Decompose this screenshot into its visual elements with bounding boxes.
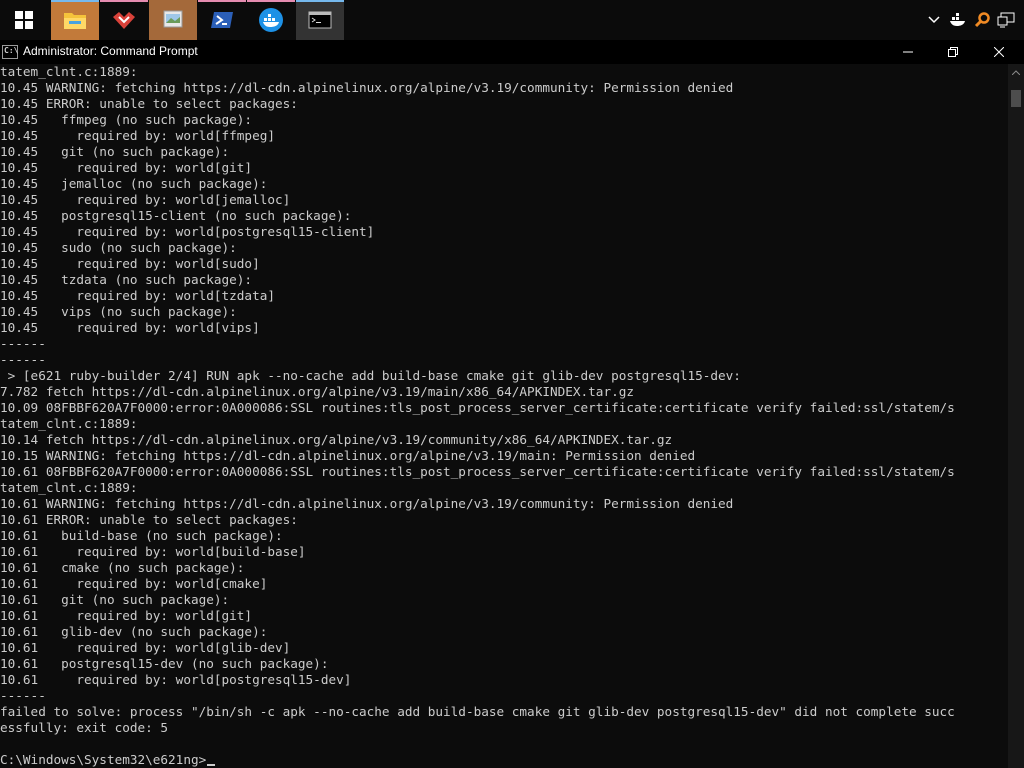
docker-tray-icon — [950, 13, 965, 26]
scroll-up-button[interactable] — [1008, 64, 1024, 81]
restore-icon — [948, 47, 958, 57]
console-line: ------ — [0, 352, 46, 367]
tray-network[interactable] — [994, 0, 1018, 40]
console-line: 10.15 WARNING: fetching https://dl-cdn.a… — [0, 448, 696, 463]
console-line: 10.09 08FBBF620A7F0000:error:0A000086:SS… — [0, 400, 955, 415]
console-line: 10.45 jemalloc (no such package): — [0, 176, 268, 191]
console-line: 10.45 required by: world[vips] — [0, 320, 260, 335]
console-line: 10.61 required by: world[postgresql15-de… — [0, 672, 352, 687]
console-line: tatem_clnt.c:1889: — [0, 64, 138, 79]
folder-icon — [64, 13, 86, 29]
taskbar-powershell[interactable] — [198, 0, 246, 40]
restore-button[interactable] — [930, 40, 976, 64]
console-line: 10.45 required by: world[jemalloc] — [0, 192, 291, 207]
tray-docker[interactable] — [946, 0, 970, 40]
console-line: essfully: exit code: 5 — [0, 720, 169, 735]
console-line: 10.61 required by: world[cmake] — [0, 576, 268, 591]
console-line: 10.61 glib-dev (no such package): — [0, 624, 268, 639]
taskbar-git-gui[interactable] — [100, 0, 148, 40]
cmd-window-icon-glyph: C:\ — [4, 46, 19, 55]
network-icon — [997, 12, 1015, 28]
console-line: 7.782 fetch https://dl-cdn.alpinelinux.o… — [0, 384, 634, 399]
taskbar-file-explorer[interactable] — [51, 0, 99, 40]
console-line: tatem_clnt.c:1889: — [0, 416, 138, 431]
taskbar — [0, 0, 1024, 40]
window-titlebar[interactable]: C:\ Administrator: Command Prompt — [0, 40, 1024, 64]
cmd-window-icon[interactable]: C:\ — [2, 45, 18, 59]
taskbar-command-prompt[interactable] — [296, 0, 344, 40]
console-line: 10.61 ERROR: unable to select packages: — [0, 512, 298, 527]
console-line: 10.45 required by: world[tzdata] — [0, 288, 275, 303]
console-line: 10.45 tzdata (no such package): — [0, 272, 253, 287]
console-line: 10.61 build-base (no such package): — [0, 528, 283, 543]
close-button[interactable] — [976, 40, 1022, 64]
console-line: 10.45 postgresql15-client (no such packa… — [0, 208, 352, 223]
console-line: 10.61 required by: world[build-base] — [0, 544, 306, 559]
scroll-thumb[interactable] — [1011, 90, 1021, 107]
minimize-icon — [903, 51, 913, 53]
vertical-scrollbar[interactable] — [1008, 64, 1024, 768]
windows-logo-icon — [15, 11, 33, 29]
console-line: 10.45 ERROR: unable to select packages: — [0, 96, 298, 111]
console-line: 10.45 sudo (no such package): — [0, 240, 237, 255]
console-line: 10.45 required by: world[ffmpeg] — [0, 128, 275, 143]
taskbar-image-app[interactable] — [149, 0, 197, 40]
docker-whale-icon — [259, 8, 283, 32]
console-line: 10.61 required by: world[git] — [0, 608, 253, 623]
prompt-path: C:\Windows\System32\e621ng> — [0, 752, 207, 767]
console-line: 10.45 required by: world[git] — [0, 160, 253, 175]
search-tray-icon — [974, 12, 990, 28]
console-line: 10.45 vips (no such package): — [0, 304, 237, 319]
console-line: 10.61 cmake (no such package): — [0, 560, 245, 575]
console-line: ------ — [0, 688, 46, 703]
console-line: 10.61 WARNING: fetching https://dl-cdn.a… — [0, 496, 734, 511]
console-line: 10.45 git (no such package): — [0, 144, 230, 159]
console-line: 10.14 fetch https://dl-cdn.alpinelinux.o… — [0, 432, 673, 447]
console-line: 10.61 postgresql15-dev (no such package)… — [0, 656, 329, 671]
start-button[interactable] — [0, 0, 48, 40]
console-line: 10.61 08FBBF620A7F0000:error:0A000086:SS… — [0, 464, 955, 479]
scroll-up-arrow-icon — [1012, 70, 1020, 75]
tray-overflow[interactable] — [922, 0, 946, 40]
console-line: 10.61 git (no such package): — [0, 592, 230, 607]
console-line: failed to solve: process "/bin/sh -c apk… — [0, 704, 955, 719]
window-title: Administrator: Command Prompt — [23, 44, 198, 58]
console-line: 10.45 ffmpeg (no such package): — [0, 112, 253, 127]
console-line: 10.45 required by: world[sudo] — [0, 256, 260, 271]
minimize-button[interactable] — [885, 40, 931, 64]
picture-icon — [163, 10, 183, 28]
console-lines: tatem_clnt.c:1889: 10.45 WARNING: fetchin… — [0, 64, 1008, 752]
console-line: 10.61 required by: world[glib-dev] — [0, 640, 291, 655]
console-line: 10.45 WARNING: fetching https://dl-cdn.a… — [0, 80, 734, 95]
chevron-up-icon — [928, 16, 940, 24]
console-line: 10.45 required by: world[postgresql15-cl… — [0, 224, 375, 239]
console-line: ------ — [0, 336, 46, 351]
console-line: > [e621 ruby-builder 2/4] RUN apk --no-c… — [0, 368, 741, 383]
command-prompt-line[interactable]: C:\Windows\System32\e621ng> — [0, 752, 1008, 768]
tray-search[interactable] — [970, 0, 994, 40]
console-output[interactable]: tatem_clnt.c:1889: 10.45 WARNING: fetchin… — [0, 64, 1008, 768]
cmd-icon — [308, 11, 332, 29]
git-diamond-icon — [113, 12, 135, 29]
text-cursor — [207, 764, 216, 766]
close-icon — [994, 47, 1004, 57]
taskbar-docker-desktop[interactable] — [247, 0, 295, 40]
console-line: tatem_clnt.c:1889: — [0, 480, 138, 495]
powershell-icon — [211, 12, 233, 28]
